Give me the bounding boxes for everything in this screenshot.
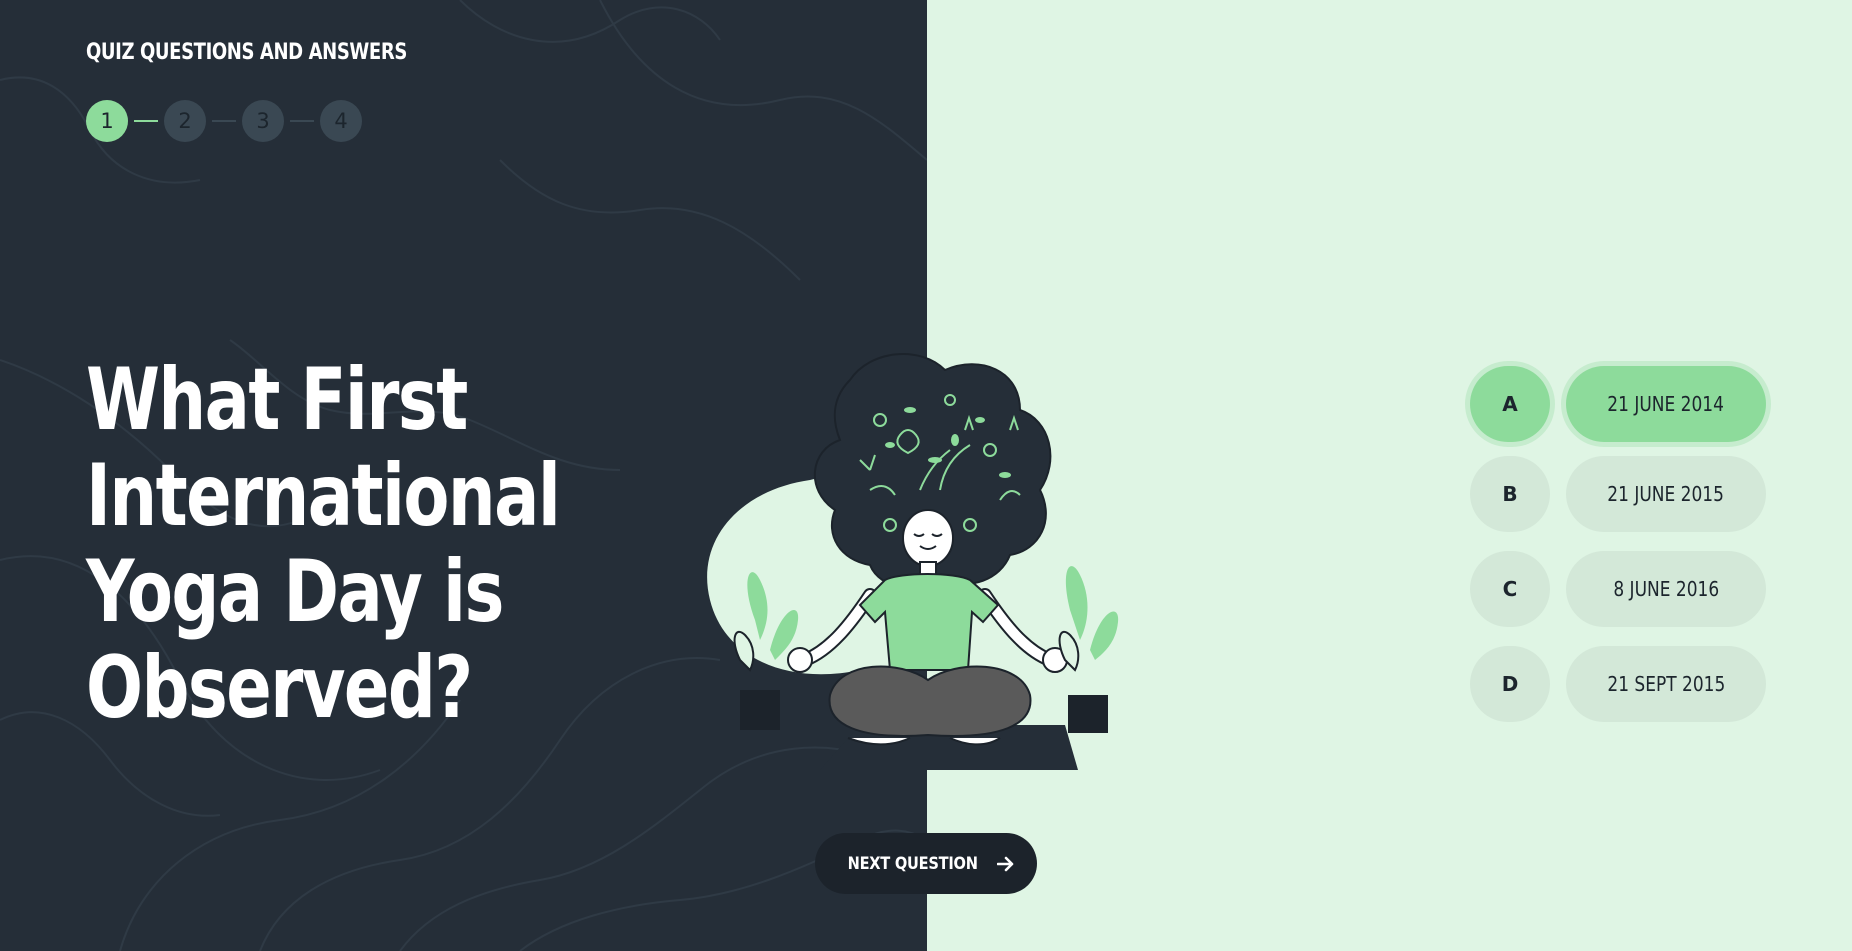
question-line: What First	[86, 350, 468, 450]
question-text: What First International Yoga Day is Obs…	[86, 350, 561, 738]
step-connector	[134, 120, 158, 122]
progress-stepper: 1 2 3 4	[86, 100, 362, 142]
answer-letter[interactable]: D	[1470, 646, 1550, 722]
answer-label: 21 JUNE 2015	[1607, 482, 1725, 506]
answer-label: 21 SEPT 2015	[1607, 672, 1725, 696]
step-2: 2	[164, 100, 206, 142]
next-question-label: NEXT QUESTION	[847, 853, 979, 874]
answer-option-a[interactable]: A 21 JUNE 2014	[1470, 366, 1770, 442]
step-connector	[290, 120, 314, 122]
answer-text[interactable]: 21 JUNE 2014	[1566, 366, 1766, 442]
answer-option-d[interactable]: D 21 SEPT 2015	[1470, 646, 1770, 722]
answer-letter[interactable]: C	[1470, 551, 1550, 627]
answer-letter[interactable]: A	[1470, 366, 1550, 442]
answer-text[interactable]: 21 JUNE 2015	[1566, 456, 1766, 532]
meditation-illustration	[707, 353, 1119, 770]
next-question-button[interactable]: NEXT QUESTION	[815, 833, 1037, 894]
question-line: Observed?	[86, 638, 473, 738]
answer-option-b[interactable]: B 21 JUNE 2015	[1470, 456, 1770, 532]
app-title: QUIZ QUESTIONS AND ANSWERS	[86, 40, 407, 65]
answer-option-c[interactable]: C 8 JUNE 2016	[1470, 551, 1770, 627]
answer-text[interactable]: 8 JUNE 2016	[1566, 551, 1766, 627]
step-1: 1	[86, 100, 128, 142]
answer-text[interactable]: 21 SEPT 2015	[1566, 646, 1766, 722]
question-line: International	[86, 446, 561, 546]
step-4: 4	[320, 100, 362, 142]
arrow-right-icon	[996, 856, 1013, 871]
answer-label: 8 JUNE 2016	[1613, 577, 1719, 601]
step-connector	[212, 120, 236, 122]
question-line: Yoga Day is	[86, 542, 504, 642]
step-3: 3	[242, 100, 284, 142]
answer-letter[interactable]: B	[1470, 456, 1550, 532]
answer-label: 21 JUNE 2014	[1607, 392, 1725, 416]
